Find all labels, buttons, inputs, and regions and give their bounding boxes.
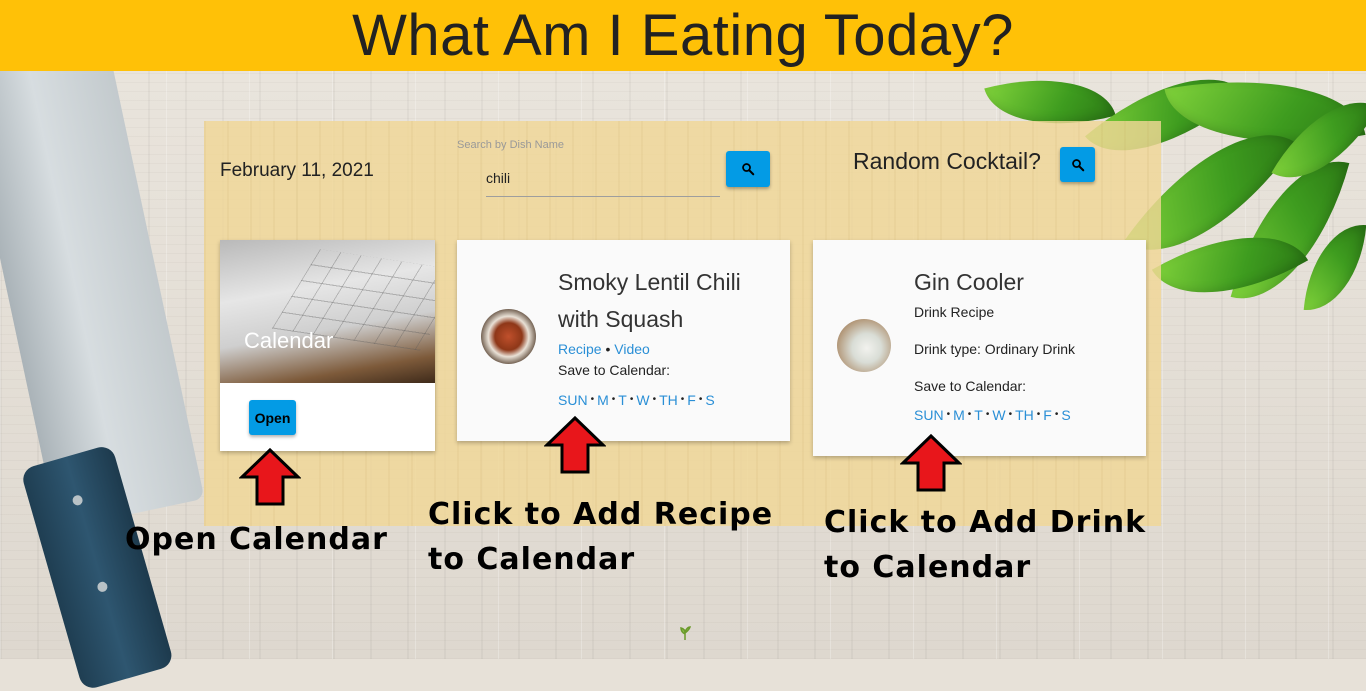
annotation-add-recipe: Click to Add Recipe to Calendar (428, 497, 774, 577)
app-title: What Am I Eating Today? (352, 3, 1014, 68)
drink-card: Gin Cooler Drink Recipe Drink type: Ordi… (813, 240, 1146, 456)
calendar-card: Calendar Open (220, 240, 435, 451)
search-button[interactable] (726, 151, 770, 187)
video-link[interactable]: Video (614, 341, 650, 357)
recipe-day-w[interactable]: W (636, 392, 649, 408)
drink-day-links: SUN • M • T • W • TH • F • S (914, 407, 1071, 423)
open-calendar-button[interactable]: Open (249, 400, 296, 435)
drink-type: Drink type: Ordinary Drink (914, 341, 1076, 357)
recipe-day-sun[interactable]: SUN (558, 392, 588, 408)
recipe-day-links: SUN • M • T • W • TH • F • S (558, 392, 715, 408)
recipe-thumbnail (481, 309, 536, 364)
recipe-title: Smoky Lentil Chili with Squash (558, 269, 741, 332)
search-input[interactable] (486, 160, 720, 197)
drink-day-th[interactable]: TH (1015, 407, 1034, 423)
search-icon (1071, 158, 1084, 171)
drink-day-m[interactable]: M (953, 407, 965, 423)
up-arrow-icon (544, 415, 606, 474)
recipe-day-t[interactable]: T (618, 392, 627, 408)
recipe-day-m[interactable]: M (597, 392, 609, 408)
drink-save-label: Save to Calendar: (914, 378, 1027, 394)
drink-thumbnail (837, 319, 891, 372)
random-cocktail-label: Random Cocktail? (853, 148, 1041, 174)
drink-day-t[interactable]: T (974, 407, 983, 423)
search-icon (742, 163, 755, 176)
drink-day-f[interactable]: F (1043, 407, 1052, 423)
drink-day-sun[interactable]: SUN (914, 407, 944, 423)
annotation-add-drink: Click to Add Drink to Calendar (824, 505, 1147, 585)
up-arrow-icon (239, 447, 301, 506)
sprout-icon (680, 626, 691, 640)
search-label: Search by Dish Name (457, 139, 564, 151)
random-cocktail-button[interactable] (1060, 147, 1095, 182)
recipe-card: Smoky Lentil Chili with Squash Recipe • V… (457, 240, 790, 441)
calendar-image: Calendar (220, 240, 435, 383)
recipe-day-s[interactable]: S (705, 392, 714, 408)
recipe-day-th[interactable]: TH (659, 392, 678, 408)
drink-day-s[interactable]: S (1061, 407, 1070, 423)
app-header: What Am I Eating Today? (0, 0, 1366, 71)
calendar-card-title: Calendar (244, 328, 334, 353)
drink-title: Gin Cooler (914, 269, 1024, 295)
drink-recipe-link[interactable]: Drink Recipe (914, 304, 994, 320)
recipe-day-f[interactable]: F (687, 392, 696, 408)
current-date: February 11, 2021 (220, 160, 374, 181)
annotation-open-calendar: Open Calendar (125, 522, 388, 557)
drink-day-w[interactable]: W (992, 407, 1005, 423)
recipe-links: Recipe • Video (558, 341, 650, 357)
up-arrow-icon (900, 433, 962, 492)
recipe-link[interactable]: Recipe (558, 341, 602, 357)
recipe-save-label: Save to Calendar: (558, 362, 671, 378)
